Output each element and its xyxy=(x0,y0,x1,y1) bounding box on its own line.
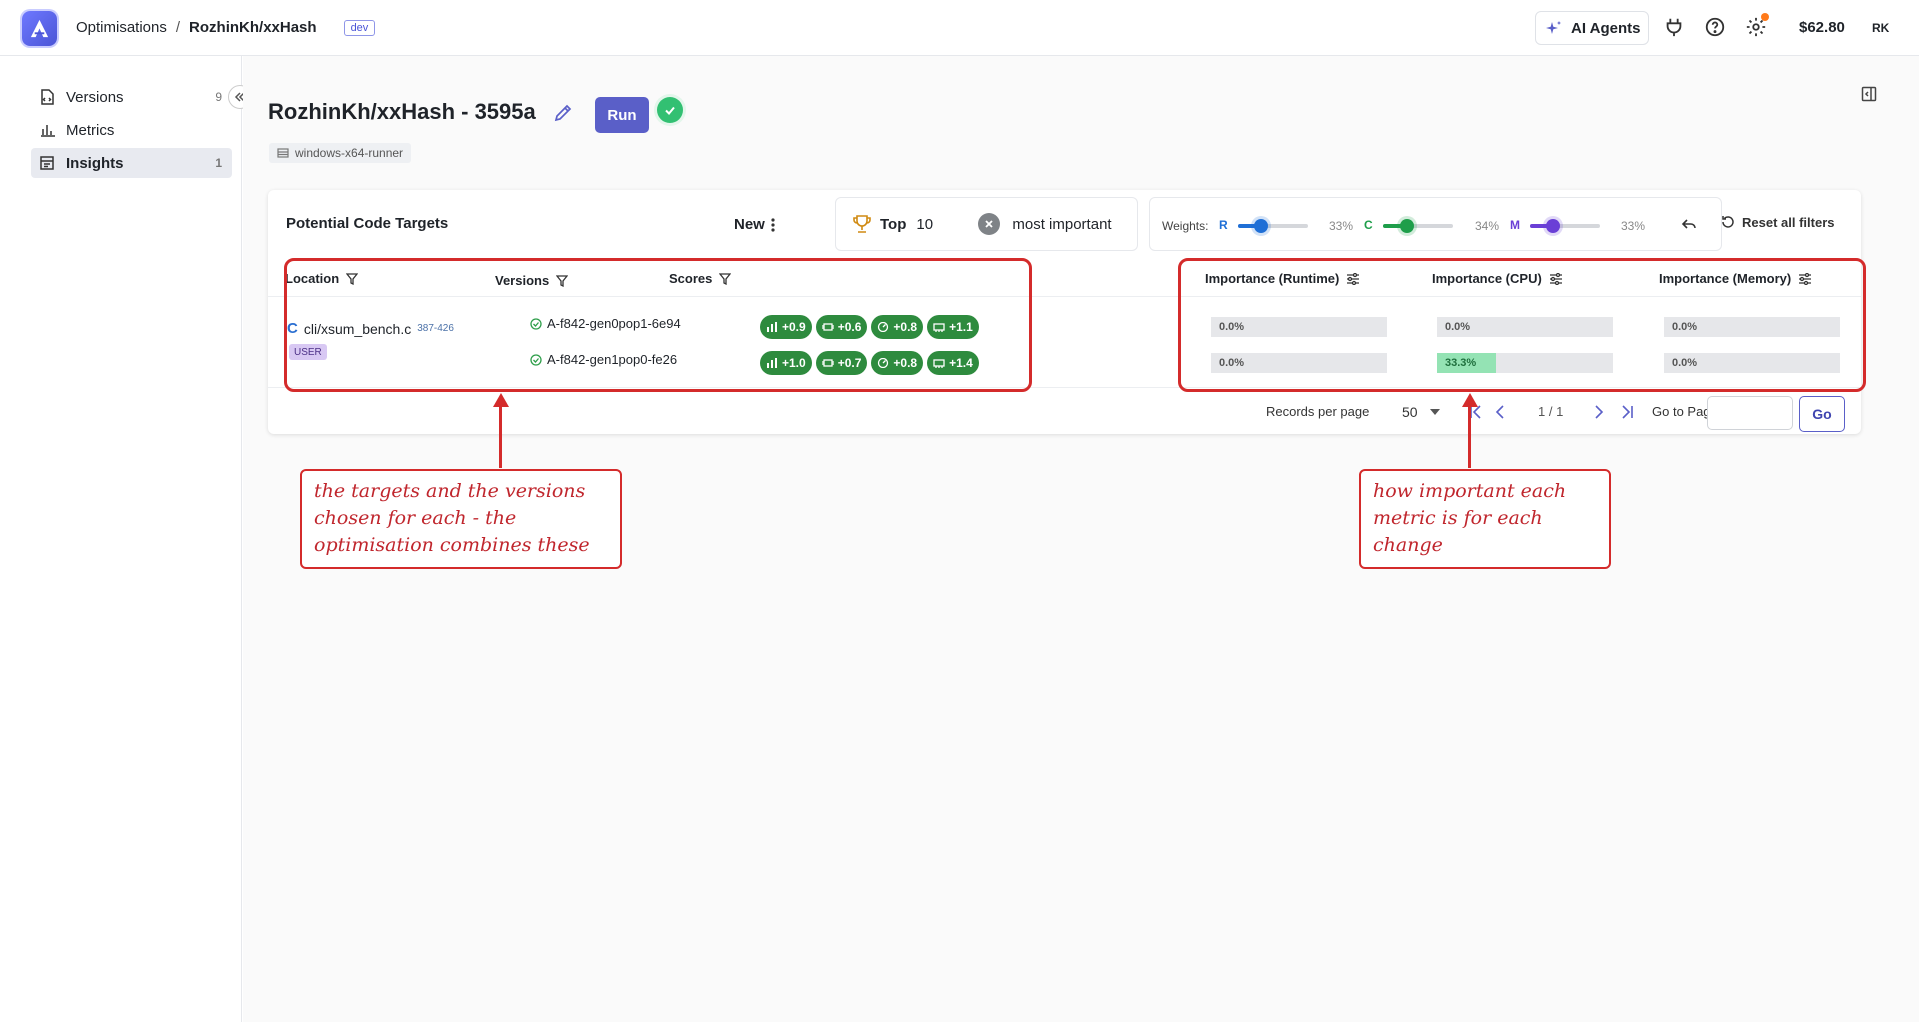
weights-label: Weights: xyxy=(1162,219,1209,233)
first-page-icon[interactable] xyxy=(1469,405,1485,419)
breadcrumb-optimisations[interactable]: Optimisations xyxy=(76,19,167,36)
sidebar-item-insights[interactable]: Insights 1 xyxy=(31,148,232,178)
left-gutter xyxy=(0,56,22,1022)
sidebar: Versions 9 Metrics Insights 1 xyxy=(22,56,252,1022)
page-title: RozhinKh/xxHash - 3595a xyxy=(268,99,536,124)
sidebar-item-count: 9 xyxy=(215,90,222,104)
sidebar-item-versions[interactable]: Versions 9 xyxy=(31,82,232,112)
bar-chart-icon xyxy=(40,123,56,137)
notification-dot xyxy=(1761,13,1769,21)
status-success-icon xyxy=(657,97,683,123)
weight-key-m: M xyxy=(1510,218,1520,232)
slider-thumb[interactable] xyxy=(1400,219,1414,233)
next-page-icon[interactable] xyxy=(1594,405,1604,419)
ai-agents-label: AI Agents xyxy=(1571,19,1641,37)
annotation-note-targets: the targets and the versions chosen for … xyxy=(300,469,622,569)
weight-pct-c: 34% xyxy=(1475,219,1500,233)
top-suffix: most important xyxy=(1012,215,1112,233)
weight-slider-runtime[interactable] xyxy=(1238,219,1308,233)
sort-new-dropdown[interactable]: New xyxy=(734,216,775,233)
server-icon xyxy=(277,148,289,158)
go-button[interactable]: Go xyxy=(1799,396,1845,432)
panel-toggle-icon[interactable] xyxy=(1861,86,1877,102)
pencil-icon[interactable] xyxy=(552,102,574,124)
sort-label: New xyxy=(734,216,765,233)
prev-page-icon[interactable] xyxy=(1495,405,1505,419)
insights-icon xyxy=(40,156,56,170)
weight-pct-m: 33% xyxy=(1621,219,1646,233)
breadcrumb-separator: / xyxy=(175,19,181,36)
runner-name: windows-x64-runner xyxy=(295,146,404,160)
plug-icon[interactable] xyxy=(1663,16,1685,38)
sidebar-item-count: 1 xyxy=(215,156,222,170)
ai-agents-button[interactable]: AI Agents xyxy=(1535,11,1649,45)
top-label: Top xyxy=(880,215,907,233)
slider-thumb[interactable] xyxy=(1546,219,1560,233)
goto-page-input[interactable] xyxy=(1707,396,1793,430)
slider-thumb[interactable] xyxy=(1254,219,1268,233)
card-title: Potential Code Targets xyxy=(286,215,449,232)
records-per-page-label: Records per page xyxy=(1266,404,1370,419)
reset-filters-button[interactable]: Reset all filters xyxy=(1720,214,1835,230)
weight-key-c: C xyxy=(1364,218,1373,232)
undo-icon[interactable] xyxy=(1681,216,1697,232)
top-bar: Optimisations / RozhinKh/xxHash dev AI A… xyxy=(0,0,1919,56)
last-page-icon[interactable] xyxy=(1618,405,1634,419)
sidebar-item-label: Metrics xyxy=(66,121,115,139)
env-badge: dev xyxy=(343,19,376,36)
bottom-gutter xyxy=(22,1022,1919,1032)
sidebar-item-label: Versions xyxy=(66,88,124,106)
sidebar-item-label: Insights xyxy=(66,154,124,172)
credit-balance: $62.80 xyxy=(1799,19,1845,36)
weight-slider-memory[interactable] xyxy=(1530,219,1600,233)
app-logo[interactable] xyxy=(22,11,57,46)
annotation-box-targets xyxy=(284,258,1032,392)
weight-key-r: R xyxy=(1219,218,1228,232)
annotation-arrow-line xyxy=(499,405,502,468)
top-filter: Top 10 most important xyxy=(835,197,1138,251)
breadcrumb-project[interactable]: RozhinKh/xxHash xyxy=(189,19,317,36)
user-avatar[interactable]: RK xyxy=(1872,21,1889,35)
top-count-input[interactable]: 10 xyxy=(916,216,970,233)
sparkle-icon xyxy=(1546,21,1561,34)
file-code-icon xyxy=(40,89,56,105)
page-indicator: 1 / 1 xyxy=(1538,404,1564,419)
weight-pct-r: 33% xyxy=(1329,219,1354,233)
help-icon[interactable] xyxy=(1704,16,1726,38)
sidebar-item-metrics[interactable]: Metrics xyxy=(31,115,232,145)
chevron-down-icon[interactable] xyxy=(1430,409,1440,415)
reset-label: Reset all filters xyxy=(1742,214,1835,230)
runner-tag: windows-x64-runner xyxy=(269,143,412,163)
weight-slider-cpu[interactable] xyxy=(1383,219,1453,233)
records-per-page-select[interactable]: 50 xyxy=(1402,404,1418,420)
clear-icon[interactable] xyxy=(978,213,1001,235)
run-button[interactable]: Run xyxy=(595,97,649,133)
annotation-note-importance: how important each metric is for each ch… xyxy=(1359,469,1611,569)
weights-panel: Weights: R 33% C 34% M 33% xyxy=(1149,197,1722,251)
trophy-icon xyxy=(853,215,871,233)
refresh-icon xyxy=(1722,216,1734,228)
annotation-arrow-line xyxy=(1468,405,1471,468)
breadcrumb: Optimisations / RozhinKh/xxHash dev xyxy=(76,19,376,36)
annotation-box-importance xyxy=(1178,258,1866,392)
kebab-icon xyxy=(771,217,775,232)
